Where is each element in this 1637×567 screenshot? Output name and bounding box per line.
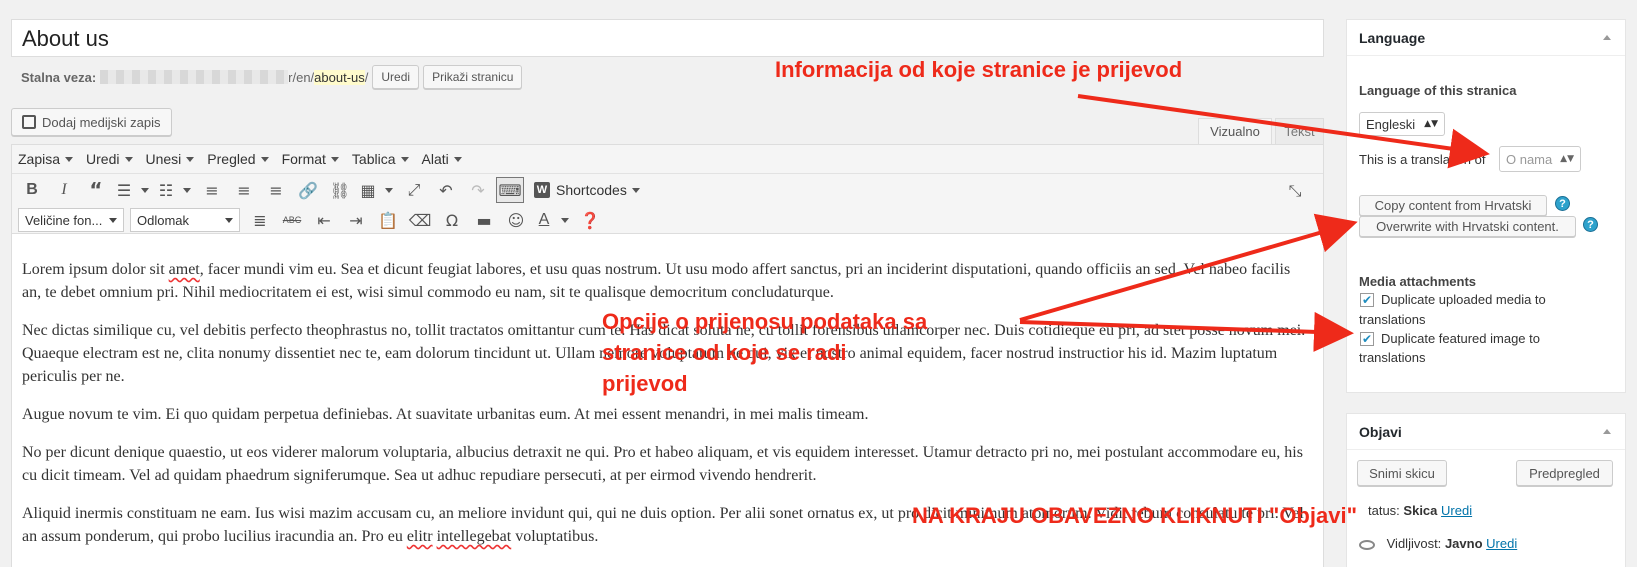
annotation-arrow (1019, 311, 1354, 352)
annotation-line: stranice od koje se radi (602, 340, 847, 365)
annotation-arrow (1019, 213, 1358, 322)
annotation-click-publish: NA KRAJU OBAVEZNO KLIKNUTI "Objavi" (912, 503, 1357, 528)
annotation-arrows (1019, 94, 1490, 352)
annotation-line: Opcije o prijenosu podataka sa (602, 309, 928, 334)
annotation-translation-source: Informacija od koje stranice je prijevod (775, 57, 1183, 82)
annotation-line: prijevod (602, 371, 688, 396)
annotation-arrow (1077, 94, 1490, 169)
annotation-copy-options: Opcije o prijenosu podataka sa stranice … (602, 306, 927, 399)
